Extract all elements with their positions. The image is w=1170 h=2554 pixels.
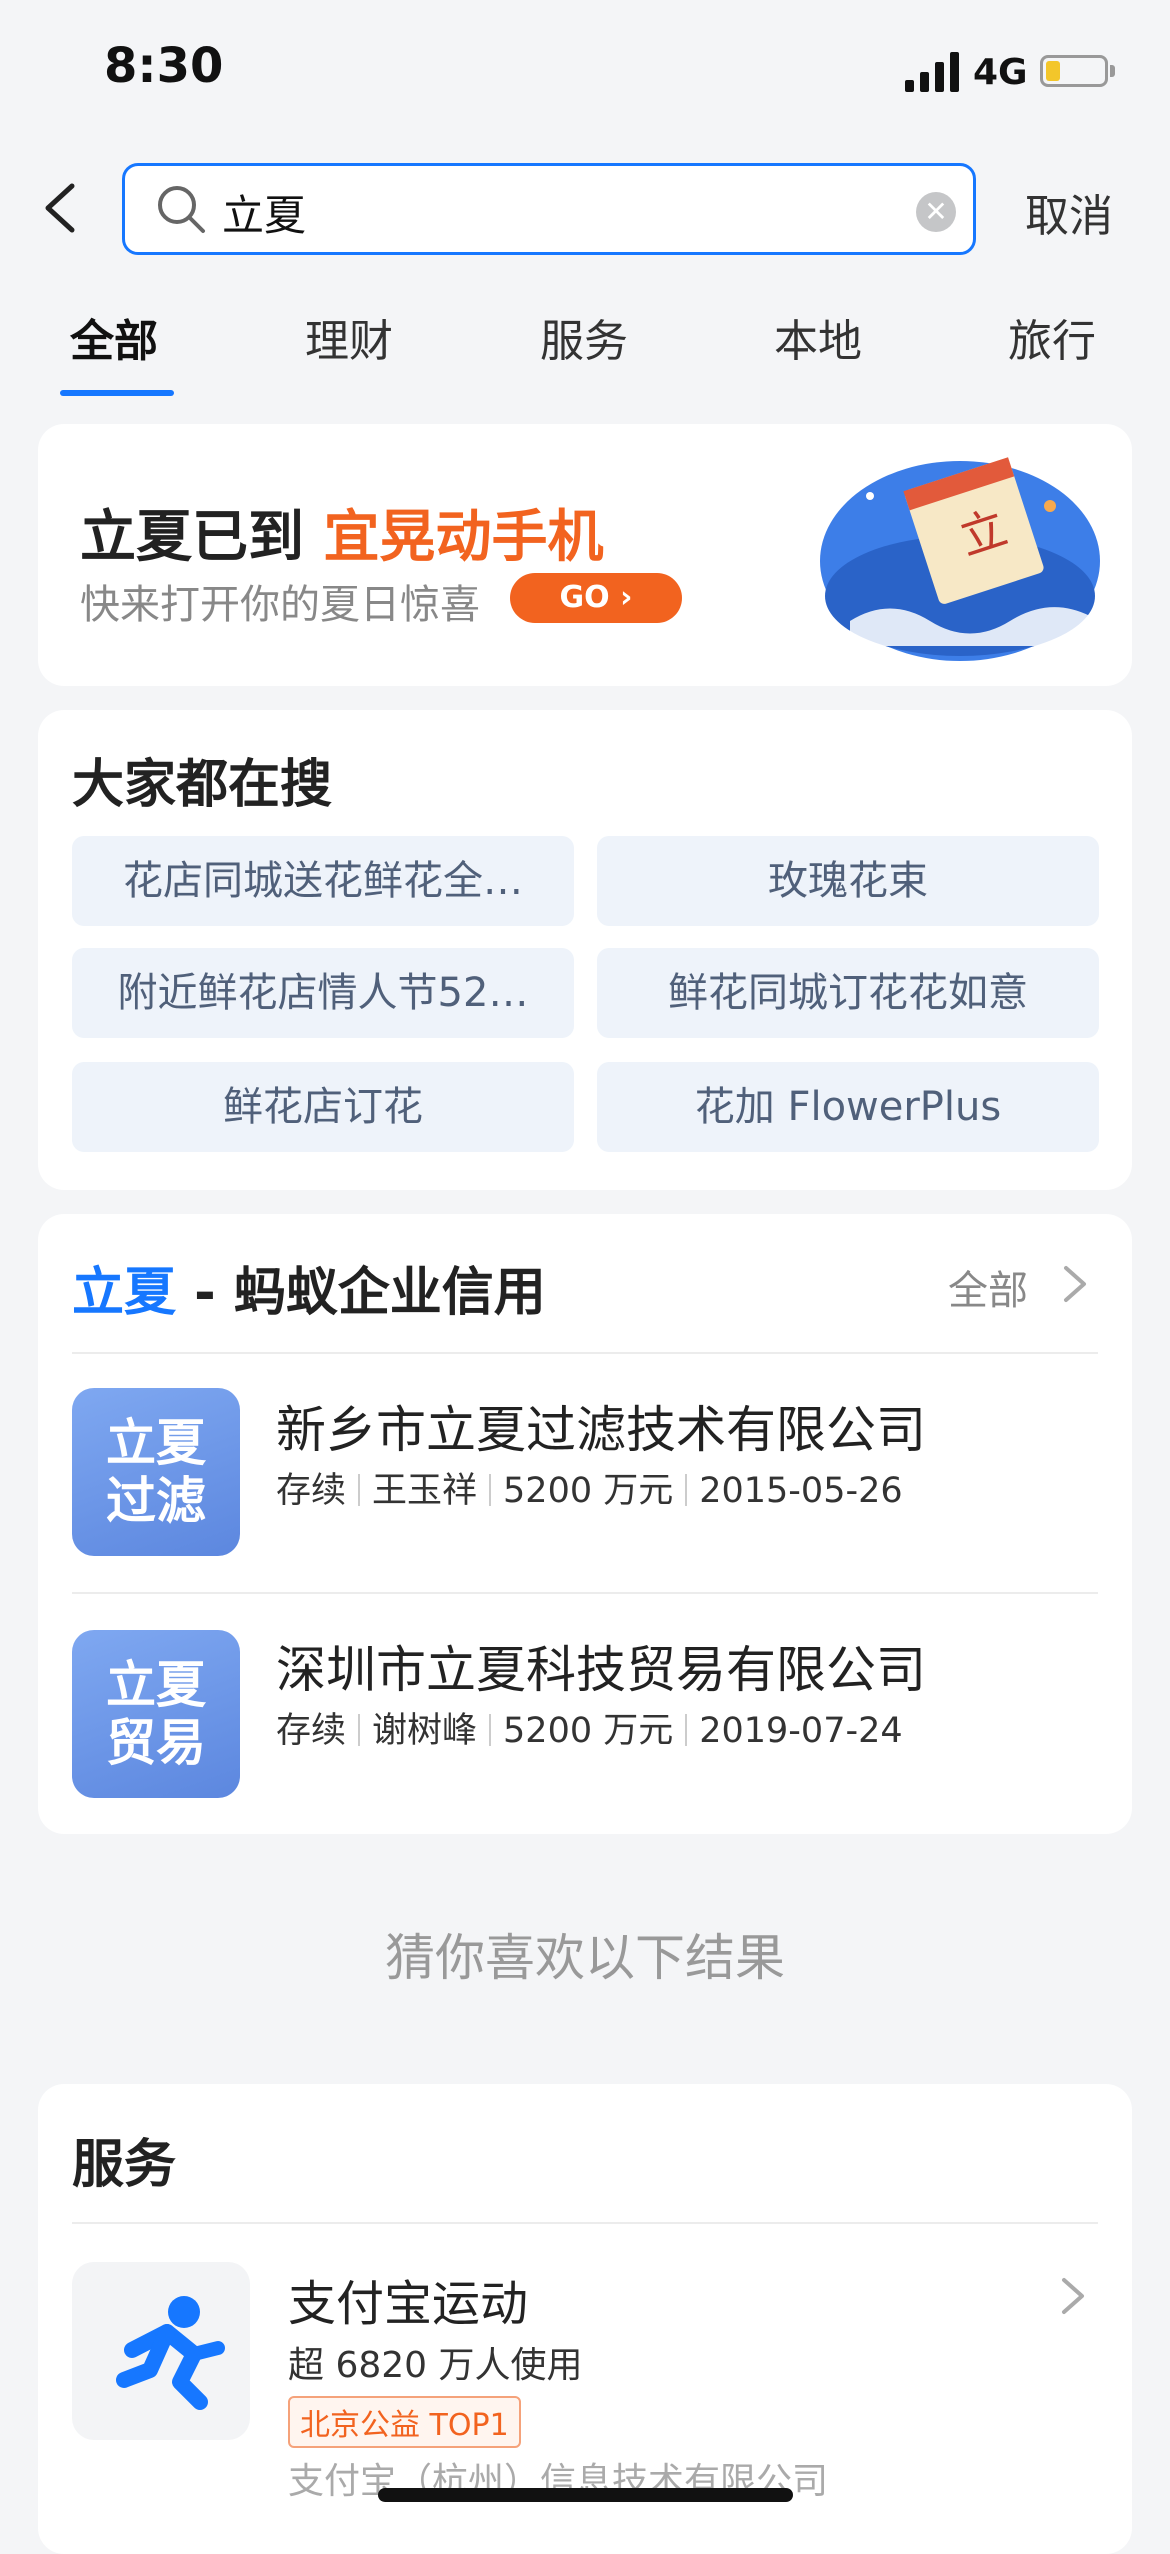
divider (72, 2222, 1098, 2224)
tab-local[interactable]: 本地 (774, 305, 862, 369)
signal-icon (905, 52, 959, 92)
guess-you-like-label: 猜你喜欢以下结果 (385, 1929, 785, 1987)
hot-search-title: 大家都在搜 (72, 755, 333, 815)
network-type: 4G (973, 52, 1028, 93)
battery-tip (1110, 65, 1115, 77)
hot-search-chip[interactable]: 鲜花同城订花花如意 (597, 948, 1099, 1038)
status-time: 8:30 (104, 38, 224, 94)
cancel-button[interactable]: 取消 (1025, 180, 1113, 244)
clear-icon[interactable]: ✕ (916, 192, 956, 232)
tab-finance[interactable]: 理财 (305, 305, 393, 369)
calendar-illustration-icon: 立 (820, 457, 1100, 661)
running-person-icon (116, 2296, 225, 2410)
divider (72, 1592, 1098, 1594)
battery-icon (1040, 55, 1108, 87)
chevron-right-icon[interactable] (1062, 1264, 1088, 1304)
company-logo: 立夏 贸易 (72, 1630, 240, 1798)
banner-title: 立夏已到 宜晃动手机 (80, 505, 604, 570)
hot-search-chip[interactable]: 花加 FlowerPlus (597, 1062, 1099, 1152)
credit-title: 立夏 - 蚂蚁企业信用 (72, 1263, 546, 1323)
company-name[interactable]: 深圳市立夏科技贸易有限公司 (276, 1630, 926, 1702)
service-users: 超 6820 万人使用 (288, 2345, 583, 2386)
services-title: 服务 (72, 2135, 177, 2195)
service-logo (72, 2262, 250, 2440)
hot-search-chip[interactable]: 鲜花店订花 (72, 1062, 574, 1152)
back-icon[interactable] (40, 182, 80, 234)
tab-services[interactable]: 服务 (540, 305, 628, 369)
company-name[interactable]: 新乡市立夏过滤技术有限公司 (276, 1390, 926, 1462)
hot-search-chip[interactable]: 附近鲜花店情人节52… (72, 948, 574, 1038)
service-tag-badge: 北京公益 TOP1 (288, 2396, 521, 2448)
company-meta: 存续 王玉祥 5200 万元 2015-05-26 (276, 1471, 903, 1511)
go-button[interactable]: GO › (510, 573, 682, 623)
company-logo: 立夏 过滤 (72, 1388, 240, 1556)
tab-all[interactable]: 全部 (70, 305, 158, 369)
service-name[interactable]: 支付宝运动 (288, 2264, 528, 2334)
banner-subtitle: 快来打开你的夏日惊喜 (80, 582, 480, 628)
tab-underline (60, 390, 174, 396)
company-meta: 存续 谢树峰 5200 万元 2019-07-24 (276, 1711, 903, 1751)
divider (72, 1352, 1098, 1354)
search-icon (158, 186, 205, 233)
hot-search-chip[interactable]: 玫瑰花束 (597, 836, 1099, 926)
hot-search-chip[interactable]: 花店同城送花鲜花全… (72, 836, 574, 926)
home-indicator[interactable] (378, 2488, 793, 2502)
tab-travel[interactable]: 旅行 (1008, 305, 1096, 369)
chevron-right-icon[interactable] (1060, 2276, 1086, 2316)
search-query[interactable]: 立夏 (222, 182, 306, 243)
credit-all-link[interactable]: 全部 (948, 1258, 1028, 1316)
